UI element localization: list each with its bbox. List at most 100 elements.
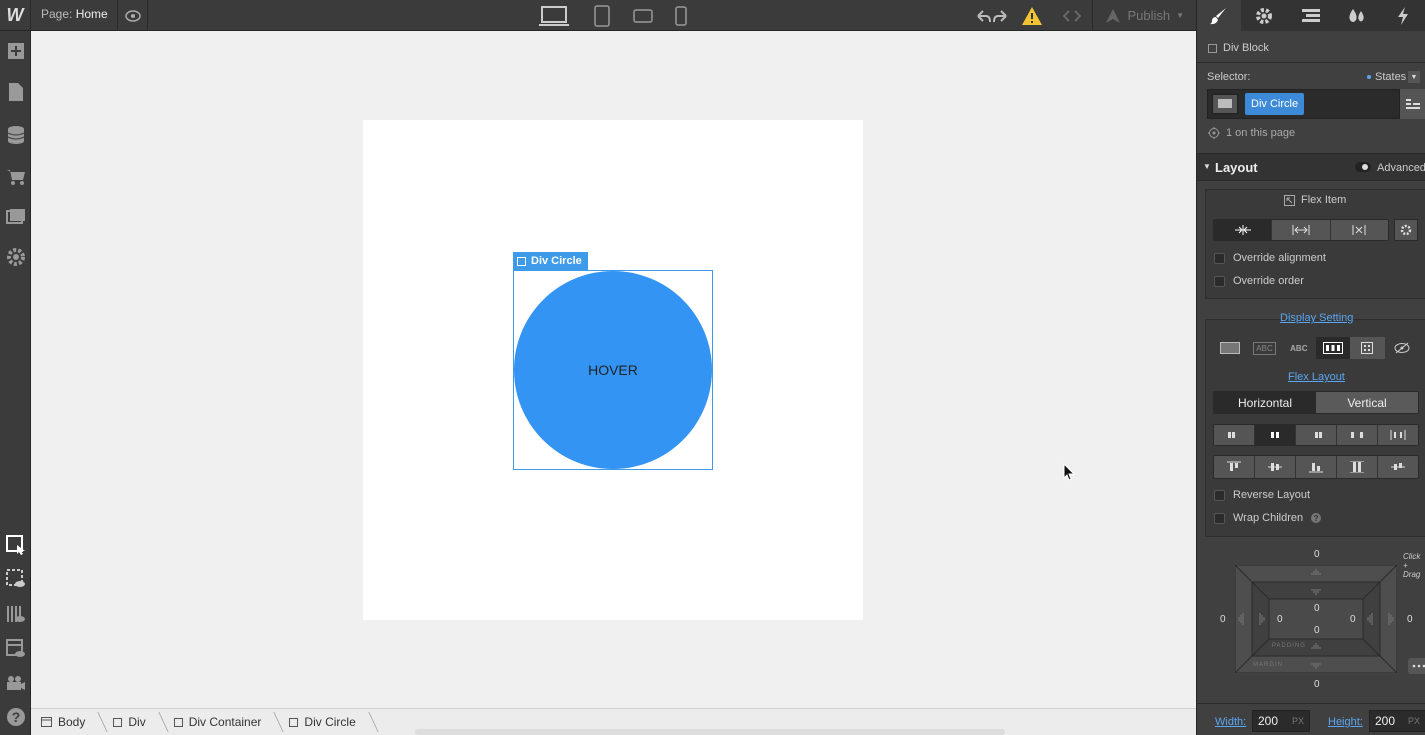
webflow-logo[interactable]: W bbox=[0, 0, 31, 31]
states-button[interactable]: States bbox=[1367, 71, 1406, 83]
checkbox[interactable] bbox=[1214, 252, 1225, 264]
pages-icon[interactable] bbox=[0, 74, 31, 110]
code-icon[interactable] bbox=[1052, 0, 1092, 31]
padding-bottom-value[interactable]: 0 bbox=[1314, 625, 1320, 636]
mobile-landscape-icon[interactable] bbox=[623, 0, 663, 31]
flex-layout-link[interactable]: Flex Layout bbox=[1288, 371, 1345, 383]
advanced-toggle[interactable] bbox=[1355, 162, 1371, 172]
width-unit[interactable]: PX bbox=[1292, 716, 1304, 726]
select-tool-icon[interactable] bbox=[0, 527, 31, 563]
selector-options-icon[interactable] bbox=[1400, 89, 1425, 119]
padding-top-value[interactable]: 0 bbox=[1314, 603, 1320, 614]
circle-text: HOVER bbox=[588, 362, 638, 378]
direction-vertical-button[interactable]: Vertical bbox=[1316, 392, 1418, 413]
breakpoint-desktop-icon[interactable] bbox=[1212, 94, 1238, 114]
override-order-checkbox[interactable]: Override order bbox=[1214, 275, 1304, 287]
direction-horizontal-button[interactable]: Horizontal bbox=[1214, 392, 1316, 413]
box-model-editor[interactable] bbox=[1234, 564, 1398, 674]
flex-custom-gear-icon[interactable] bbox=[1394, 219, 1418, 241]
selected-element-tag[interactable]: Div Circle bbox=[513, 252, 588, 270]
justify-center-icon[interactable] bbox=[1255, 425, 1296, 445]
wrap-children-checkbox[interactable]: Wrap Children ? bbox=[1214, 512, 1322, 524]
align-center-icon[interactable] bbox=[1255, 456, 1296, 478]
add-elements-icon[interactable] bbox=[0, 33, 31, 69]
height-unit[interactable]: PX bbox=[1408, 716, 1420, 726]
show-edges-icon[interactable] bbox=[0, 561, 31, 597]
display-inline-block-icon[interactable]: ABC bbox=[1247, 337, 1281, 359]
override-order-label: Override order bbox=[1233, 275, 1304, 287]
desktop-device-icon[interactable] bbox=[534, 0, 574, 31]
warning-icon[interactable] bbox=[1012, 0, 1052, 31]
navigator-icon[interactable] bbox=[1287, 0, 1333, 31]
height-label[interactable]: Height: bbox=[1328, 716, 1363, 728]
width-label[interactable]: Width: bbox=[1215, 716, 1246, 728]
margin-top-value[interactable]: 0 bbox=[1314, 549, 1320, 560]
ecommerce-cart-icon[interactable] bbox=[0, 159, 31, 195]
help-icon[interactable]: ? bbox=[0, 699, 31, 735]
publish-button[interactable]: Publish ▼ bbox=[1092, 0, 1196, 31]
display-flex-icon[interactable] bbox=[1315, 337, 1351, 359]
display-block-icon[interactable] bbox=[1213, 337, 1247, 359]
align-stretch-icon[interactable] bbox=[1337, 456, 1378, 478]
interactions-bolt-icon[interactable] bbox=[1380, 0, 1425, 31]
breadcrumb-item-div-container[interactable]: Div Container bbox=[173, 709, 280, 735]
horizontal-scrollbar[interactable] bbox=[415, 729, 1005, 735]
video-tutorials-icon[interactable] bbox=[0, 665, 31, 701]
margin-left-value[interactable]: 0 bbox=[1220, 614, 1226, 625]
breadcrumb-item-div[interactable]: Div bbox=[113, 709, 163, 735]
display-none-eye-icon[interactable] bbox=[1385, 337, 1419, 359]
style-brush-icon[interactable] bbox=[1197, 0, 1242, 31]
margin-bottom-value[interactable]: 0 bbox=[1314, 679, 1320, 690]
display-type-buttons: ABC ABC bbox=[1213, 337, 1419, 359]
mouse-cursor-icon bbox=[1063, 462, 1076, 484]
cms-database-icon[interactable] bbox=[0, 117, 31, 153]
box-model-expand-icon[interactable] bbox=[1408, 658, 1425, 674]
settings-gear-icon[interactable] bbox=[1241, 0, 1287, 31]
reverse-layout-checkbox[interactable]: Reverse Layout bbox=[1214, 489, 1310, 501]
checkbox[interactable] bbox=[1214, 489, 1225, 501]
justify-between-icon[interactable] bbox=[1337, 425, 1378, 445]
panel-tabs bbox=[1197, 0, 1425, 31]
layout-section-header[interactable]: ▼ Layout Advanced bbox=[1197, 153, 1425, 181]
svg-text:?: ? bbox=[11, 709, 20, 725]
justify-around-icon[interactable] bbox=[1378, 425, 1418, 445]
checkbox[interactable] bbox=[1214, 512, 1225, 524]
align-end-icon[interactable] bbox=[1296, 456, 1337, 478]
preview-eye-icon[interactable] bbox=[117, 0, 148, 31]
shrink-icon[interactable] bbox=[1214, 220, 1273, 240]
div-circle[interactable]: HOVER bbox=[514, 271, 712, 469]
assets-icon[interactable] bbox=[0, 199, 31, 235]
preview-layout-icon[interactable] bbox=[0, 631, 31, 667]
settings-gear-icon[interactable] bbox=[0, 239, 31, 275]
justify-end-icon[interactable] bbox=[1296, 425, 1337, 445]
undo-redo-icon[interactable] bbox=[972, 0, 1012, 31]
override-alignment-checkbox[interactable]: Override alignment bbox=[1214, 252, 1326, 264]
selector-class-chip[interactable]: Div Circle bbox=[1245, 93, 1305, 115]
selected-element-outline[interactable]: HOVER bbox=[513, 270, 713, 470]
breadcrumb-item-body[interactable]: Body bbox=[41, 709, 103, 735]
margin-right-value[interactable]: 0 bbox=[1407, 614, 1413, 625]
xray-icon[interactable] bbox=[0, 596, 31, 632]
states-dropdown-chevron-icon[interactable]: ▼ bbox=[1408, 71, 1420, 83]
breadcrumb-item-div-circle[interactable]: Div Circle bbox=[289, 709, 373, 735]
display-grid-icon[interactable] bbox=[1350, 337, 1385, 359]
display-setting-link[interactable]: Display Setting bbox=[1280, 312, 1353, 324]
page-selector[interactable]: Page: Home bbox=[41, 7, 108, 21]
justify-start-icon[interactable] bbox=[1214, 425, 1255, 445]
tablet-device-icon[interactable] bbox=[582, 0, 622, 31]
display-inline-icon[interactable]: ABC bbox=[1282, 337, 1316, 359]
no-flex-icon[interactable] bbox=[1331, 220, 1388, 240]
height-input[interactable]: 200 PX bbox=[1369, 710, 1425, 732]
flex-sizing-buttons bbox=[1213, 219, 1389, 241]
breadcrumb-label: Body bbox=[58, 715, 86, 729]
width-input[interactable]: 200 PX bbox=[1252, 710, 1310, 732]
align-start-icon[interactable] bbox=[1214, 456, 1255, 478]
style-manager-drops-icon[interactable] bbox=[1334, 0, 1380, 31]
padding-left-value[interactable]: 0 bbox=[1277, 614, 1283, 625]
mobile-portrait-icon[interactable] bbox=[661, 0, 701, 31]
grow-icon[interactable] bbox=[1272, 220, 1331, 240]
checkbox[interactable] bbox=[1214, 275, 1225, 287]
help-icon[interactable]: ? bbox=[1311, 513, 1322, 523]
padding-right-value[interactable]: 0 bbox=[1350, 614, 1356, 625]
align-baseline-icon[interactable] bbox=[1378, 456, 1418, 478]
